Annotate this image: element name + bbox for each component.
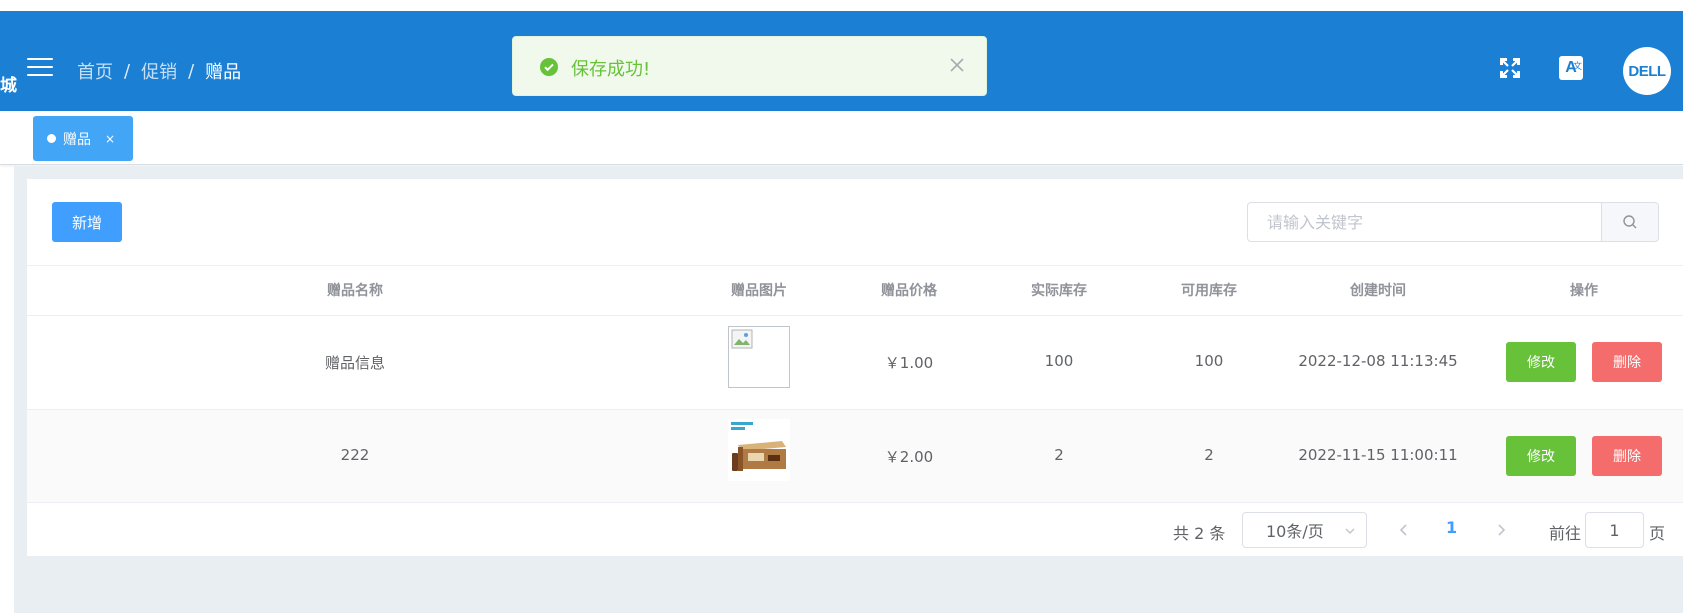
- breadcrumb: 首页 / 促销 / 赠品: [77, 58, 241, 84]
- pagination-total: 共 2 条: [1173, 524, 1226, 543]
- row-2-available-stock: 2: [1204, 446, 1214, 464]
- col-header-actual-stock: 实际库存: [1031, 283, 1087, 299]
- translate-icon[interactable]: A 文: [1558, 55, 1584, 81]
- col-header-price: 赠品价格: [881, 283, 937, 299]
- col-header-name: 赠品名称: [327, 283, 383, 299]
- broken-image-icon: [731, 329, 753, 349]
- avatar-text: DELL: [1628, 62, 1666, 80]
- breadcrumb-promotion[interactable]: 促销: [141, 58, 177, 84]
- breadcrumb-home[interactable]: 首页: [77, 58, 113, 84]
- search-input[interactable]: [1248, 203, 1601, 241]
- page: 城 首页 / 促销 / 赠品 A 文 DELL 保存成功! 赠品 × 新增 请输…: [0, 0, 1683, 613]
- next-page-icon[interactable]: [1493, 520, 1509, 540]
- goto-page-input[interactable]: [1585, 512, 1644, 548]
- avatar[interactable]: DELL: [1623, 47, 1671, 95]
- search-icon: [1623, 215, 1637, 229]
- row-2-name: 222: [340, 446, 370, 464]
- prev-page-icon[interactable]: [1396, 520, 1412, 540]
- row-2-delete-button[interactable]: 删除: [1592, 436, 1662, 476]
- row-1-image: [728, 326, 790, 388]
- page-size-select[interactable]: 10条/页: [1242, 512, 1367, 548]
- page-size-value: 10条/页: [1266, 522, 1324, 541]
- tag-close-icon[interactable]: ×: [105, 132, 115, 146]
- row-1-available-stock: 100: [1194, 352, 1224, 370]
- row-1-name: 赠品信息: [324, 354, 386, 372]
- row-2-actual-stock: 2: [1054, 446, 1064, 464]
- col-header-actions: 操作: [1570, 283, 1598, 299]
- chevron-down-icon: [1345, 528, 1355, 534]
- row-1-price: ￥1.00: [884, 354, 934, 372]
- tag-gift[interactable]: 赠品 ×: [33, 116, 133, 161]
- fullscreen-icon[interactable]: [1497, 55, 1523, 81]
- table-bottom-border: [27, 502, 1683, 503]
- toast-close-icon[interactable]: [947, 55, 967, 75]
- goto-suffix: 页: [1649, 524, 1666, 543]
- toast-message: 保存成功!: [571, 59, 651, 80]
- col-header-image: 赠品图片: [731, 283, 787, 299]
- breadcrumb-separator: /: [124, 60, 131, 82]
- translate-sub-label: 文: [1572, 61, 1582, 71]
- col-header-created: 创建时间: [1350, 283, 1406, 299]
- row-2-created: 2022-11-15 11:00:11: [1298, 446, 1458, 464]
- tags-view-bar: 赠品 ×: [0, 111, 1683, 165]
- tag-active-dot: [47, 134, 56, 143]
- tag-label: 赠品: [63, 131, 91, 148]
- add-button[interactable]: 新增: [52, 202, 122, 242]
- page-number-current[interactable]: 1: [1446, 518, 1457, 537]
- search-box: [1247, 202, 1659, 242]
- success-toast: 保存成功!: [512, 36, 987, 96]
- row-1-created: 2022-12-08 11:13:45: [1298, 352, 1458, 370]
- goto-prefix: 前往: [1549, 524, 1582, 543]
- row-2-price: ￥2.00: [884, 448, 934, 466]
- row-1-delete-button[interactable]: 删除: [1592, 342, 1662, 382]
- row-1-edit-button[interactable]: 修改: [1506, 342, 1576, 382]
- search-button[interactable]: [1601, 203, 1658, 241]
- breadcrumb-separator: /: [188, 60, 195, 82]
- col-header-available-stock: 可用库存: [1181, 283, 1237, 299]
- product-box-image: [728, 419, 790, 481]
- menu-toggle-icon[interactable]: [27, 58, 53, 78]
- row-2-image: [728, 419, 790, 481]
- translate-badge: A 文: [1559, 56, 1583, 80]
- logo-text: 城: [0, 76, 17, 96]
- row-2-edit-button[interactable]: 修改: [1506, 436, 1576, 476]
- table-top-border: [27, 265, 1683, 266]
- row-1-actual-stock: 100: [1044, 352, 1074, 370]
- success-check-icon: [540, 58, 558, 76]
- breadcrumb-current: 赠品: [205, 62, 242, 83]
